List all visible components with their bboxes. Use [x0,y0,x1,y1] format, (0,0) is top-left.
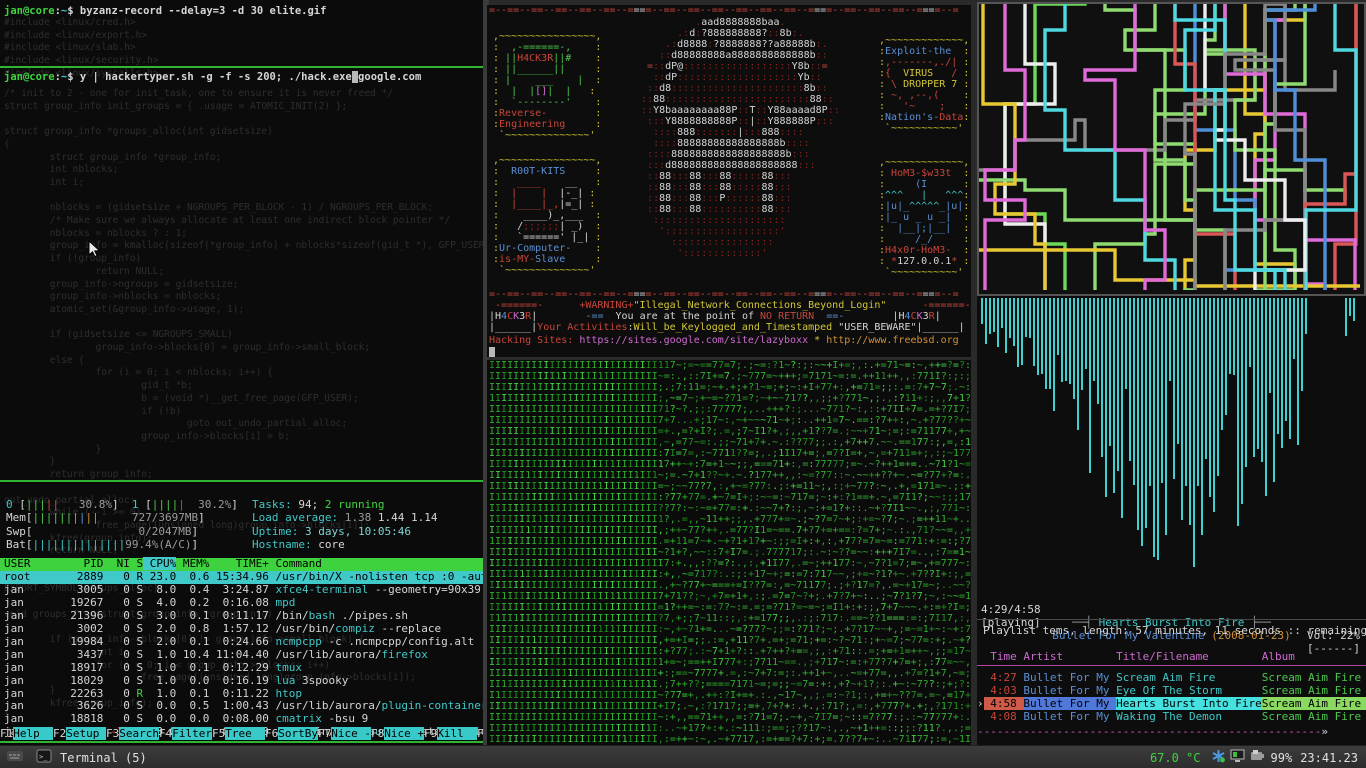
dash-border-bottom: =--==--==--==--==--==--====--==--==--==-… [489,289,959,300]
warning-line [489,347,495,357]
playlist-row[interactable]: 4:27 Bullet For My Scream Aim Fire Screa… [977,671,1366,684]
mouse-cursor [88,240,102,258]
player-separator [977,619,1366,620]
htop-meters: 0 [||||| 30.8%] 1 [||||| 30.2%]Mem[|||||… [6,498,238,552]
battery-percent: 99% [1271,751,1293,765]
task-button-label[interactable]: Terminal (5) [60,751,147,765]
battery-tray-icon[interactable] [1250,749,1265,766]
warning-line: -======- +WARNING+"Illegal_Network_Conne… [489,300,971,311]
playlist-stats: Playlist tems, length: 57 minutes, 11 se… [983,624,1366,637]
warning-line: |H4CK3R| -== You are at the point of NO … [489,311,941,322]
clock[interactable]: 23:41.23 [1300,751,1358,765]
cpu-temp: 67.0 °C [1150,751,1201,765]
shell-prompt-active[interactable]: jan@core:~$ y | hackertyper.sh -g -f -s … [4,71,421,84]
playlist-dashed-line: ----------------------------------------… [977,725,1366,738]
ascii-box: ,~~~~~~~~~~~~~~~~,: ,-======-, :: ||H4CK… [493,31,601,141]
ascii-box: ,~~~~~~~~~~~~~~~~,: R00T-KITS :: ____ __… [493,155,601,276]
playlist-row[interactable]: 4:08 Bullet For My Waking The Demon Scre… [977,710,1366,723]
taskbar: >_ Terminal (5) 67.0 °C 99% 23:41.23 [0,745,1366,768]
tmux-pane-divider [0,66,483,68]
audio-visualizer [977,296,1366,586]
launcher-icon[interactable] [6,749,24,766]
playlist-row[interactable]: 4:03 Bullet For My Eye Of The Storm Scre… [977,684,1366,697]
playlist-header-separator [977,665,1366,666]
ascii-box: ,~~~~~~~~~~~~~,: HoM3-$w33t :: (I ::^^^ … [879,157,969,278]
hacker-art-window[interactable]: =--==--==--==--==--==--====--==--==--==-… [487,5,971,357]
playlist-header: Time Artist Title/Filename Album [977,650,1366,663]
playlist: 4:27 Bullet For My Scream Aim Fire Screa… [977,671,1366,723]
desktop: #include <linux/cred.h> #include <linux/… [0,0,1366,768]
skull-ascii-art: .aad8888888baa. .:d:?888888888?::8b:. .:… [635,17,840,259]
pipes-window[interactable] [977,2,1366,296]
htop-process-table: USER PID NI S CPU% MEM% TIME+ Commandroo… [0,558,483,739]
matrix-glyphs: IIIIIIIIIIIIIIIIIIIIIIIIIIII117~;=~==77=… [487,360,971,745]
dash-border-top: =--==--==--==--==--==--====--==--==--==-… [489,5,959,16]
display-tray-icon[interactable] [1230,749,1246,766]
htop-function-keys[interactable]: F1Help F2Setup F3SearchF4FilterF5Tree F6… [0,727,483,740]
htop-summary: Tasks: 94; 2 runningLoad average: 1.38 1… [252,498,437,552]
svg-text:>_: >_ [39,753,48,761]
music-player-window[interactable]: 4:29/4:58 ──┤ Hearts Burst Into Fire ├──… [977,296,1366,745]
ascii-box: ,~~~~~~~~~~~~~,:Exploit-the ::,-------,.… [879,35,969,134]
warning-line: |______|Your Activities:Will_be_Keylogge… [489,322,965,333]
pipes-art [979,4,1360,290]
matrix-window[interactable]: IIIIIIIIIIIIIIIIIIIIIIIIIIII117~;=~==77=… [487,360,971,745]
terminal-window-left[interactable]: #include <linux/cred.h> #include <linux/… [0,0,483,745]
network-tray-icon[interactable] [1211,749,1226,766]
playlist-row[interactable]: › 4:58 Bullet For My Hearts Burst Into F… [977,697,1366,710]
warning-line: Hacking Sites: https://sites.google.com/… [489,335,959,346]
terminal-task-icon[interactable]: >_ [36,749,52,766]
htop-pane[interactable]: 0 [||||| 30.8%] 1 [||||| 30.2%]Mem[|||||… [0,494,483,744]
shell-prompt-1: jan@core:~$ byzanz-record --delay=3 -d 3… [4,5,326,18]
tmux-pane-divider [0,480,483,482]
